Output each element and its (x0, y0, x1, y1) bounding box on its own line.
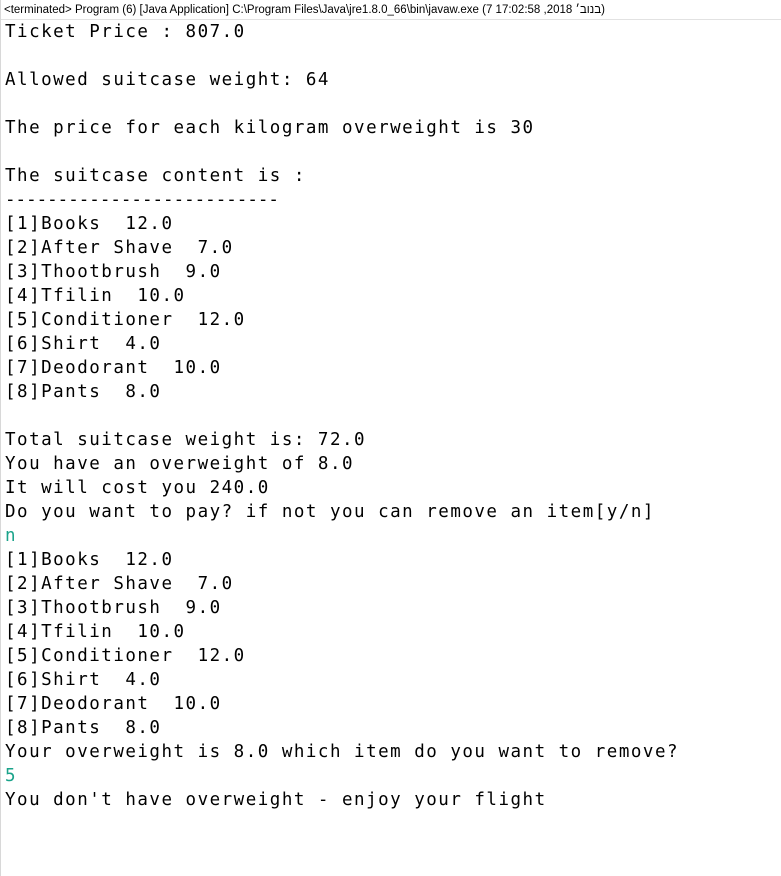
console-line-text: Ticket Price : 807.0 (5, 22, 246, 42)
console-output-line: Do you want to pay? if not you can remov… (5, 500, 781, 524)
console-output[interactable]: Ticket Price : 807.0 Allowed suitcase wei… (1, 20, 781, 812)
console-output-line: [3]Thootbrush 9.0 (5, 260, 781, 284)
console-line-text: [2]After Shave 7.0 (5, 574, 234, 594)
console-output-line: It will cost you 240.0 (5, 476, 781, 500)
console-line-text: [5]Conditioner 12.0 (5, 310, 246, 330)
console-line-text: Allowed suitcase weight: 64 (5, 70, 330, 90)
console-output-line: [4]Tfilin 10.0 (5, 620, 781, 644)
console-line-text: It will cost you 240.0 (5, 478, 270, 498)
console-line-text: [8]Pants 8.0 (5, 382, 162, 402)
console-line-text: 5 (5, 766, 18, 786)
console-line-text: The suitcase content is : (5, 166, 306, 186)
console-line-text: You have an overweight of 8.0 (5, 454, 355, 474)
console-line-text: [1]Books 12.0 (5, 214, 174, 234)
console-line-text: [6]Shirt 4.0 (5, 334, 162, 354)
console-view[interactable]: <terminated> Program (6) [Java Applicati… (0, 0, 781, 876)
console-output-line: Allowed suitcase weight: 64 (5, 68, 781, 92)
console-line-text: [1]Books 12.0 (5, 550, 174, 570)
console-line-text: [5]Conditioner 12.0 (5, 646, 246, 666)
console-output-line: Total suitcase weight is: 72.0 (5, 428, 781, 452)
console-line-text: The price for each kilogram overweight i… (5, 118, 535, 138)
console-output-line: [4]Tfilin 10.0 (5, 284, 781, 308)
console-line-text: n (5, 526, 18, 546)
console-line-text: -------------------------- (5, 190, 279, 210)
console-output-line: [7]Deodorant 10.0 (5, 356, 781, 380)
console-line-text: Do you want to pay? if not you can remov… (5, 502, 655, 522)
console-output-line: [3]Thootbrush 9.0 (5, 596, 781, 620)
console-output-line: [8]Pants 8.0 (5, 380, 781, 404)
console-output-line: [5]Conditioner 12.0 (5, 308, 781, 332)
console-output-line: You have an overweight of 8.0 (5, 452, 781, 476)
console-line-text: [2]After Shave 7.0 (5, 238, 234, 258)
console-divider-line: -------------------------- (5, 188, 781, 212)
console-output-line: [6]Shirt 4.0 (5, 668, 781, 692)
console-output-line: Ticket Price : 807.0 (5, 20, 781, 44)
console-output-line: [6]Shirt 4.0 (5, 332, 781, 356)
console-user-input-line: n (5, 524, 781, 548)
console-line-text: [8]Pants 8.0 (5, 718, 162, 738)
console-output-line: [1]Books 12.0 (5, 548, 781, 572)
console-output-line: The price for each kilogram overweight i… (5, 116, 781, 140)
console-user-input-line: 5 (5, 764, 781, 788)
console-output-line: You don't have overweight - enjoy your f… (5, 788, 781, 812)
console-line-text: [4]Tfilin 10.0 (5, 286, 186, 306)
console-line-text: [7]Deodorant 10.0 (5, 358, 222, 378)
console-output-line: [1]Books 12.0 (5, 212, 781, 236)
console-output-line: [2]After Shave 7.0 (5, 572, 781, 596)
console-line-text: You don't have overweight - enjoy your f… (5, 790, 547, 810)
console-output-line: Your overweight is 8.0 which item do you… (5, 740, 781, 764)
console-line-text: Total suitcase weight is: 72.0 (5, 430, 367, 450)
console-line-text: Your overweight is 8.0 which item do you… (5, 742, 680, 762)
console-output-line: [5]Conditioner 12.0 (5, 644, 781, 668)
console-output-line: [8]Pants 8.0 (5, 716, 781, 740)
console-status-bar: <terminated> Program (6) [Java Applicati… (1, 0, 781, 20)
console-line-text: [6]Shirt 4.0 (5, 670, 162, 690)
console-output-line: [7]Deodorant 10.0 (5, 692, 781, 716)
console-output-line: The suitcase content is : (5, 164, 781, 188)
console-line-text: [3]Thootbrush 9.0 (5, 598, 222, 618)
console-output-line: [2]After Shave 7.0 (5, 236, 781, 260)
console-line-text: [4]Tfilin 10.0 (5, 622, 186, 642)
console-line-text: [3]Thootbrush 9.0 (5, 262, 222, 282)
console-line-text: [7]Deodorant 10.0 (5, 694, 222, 714)
